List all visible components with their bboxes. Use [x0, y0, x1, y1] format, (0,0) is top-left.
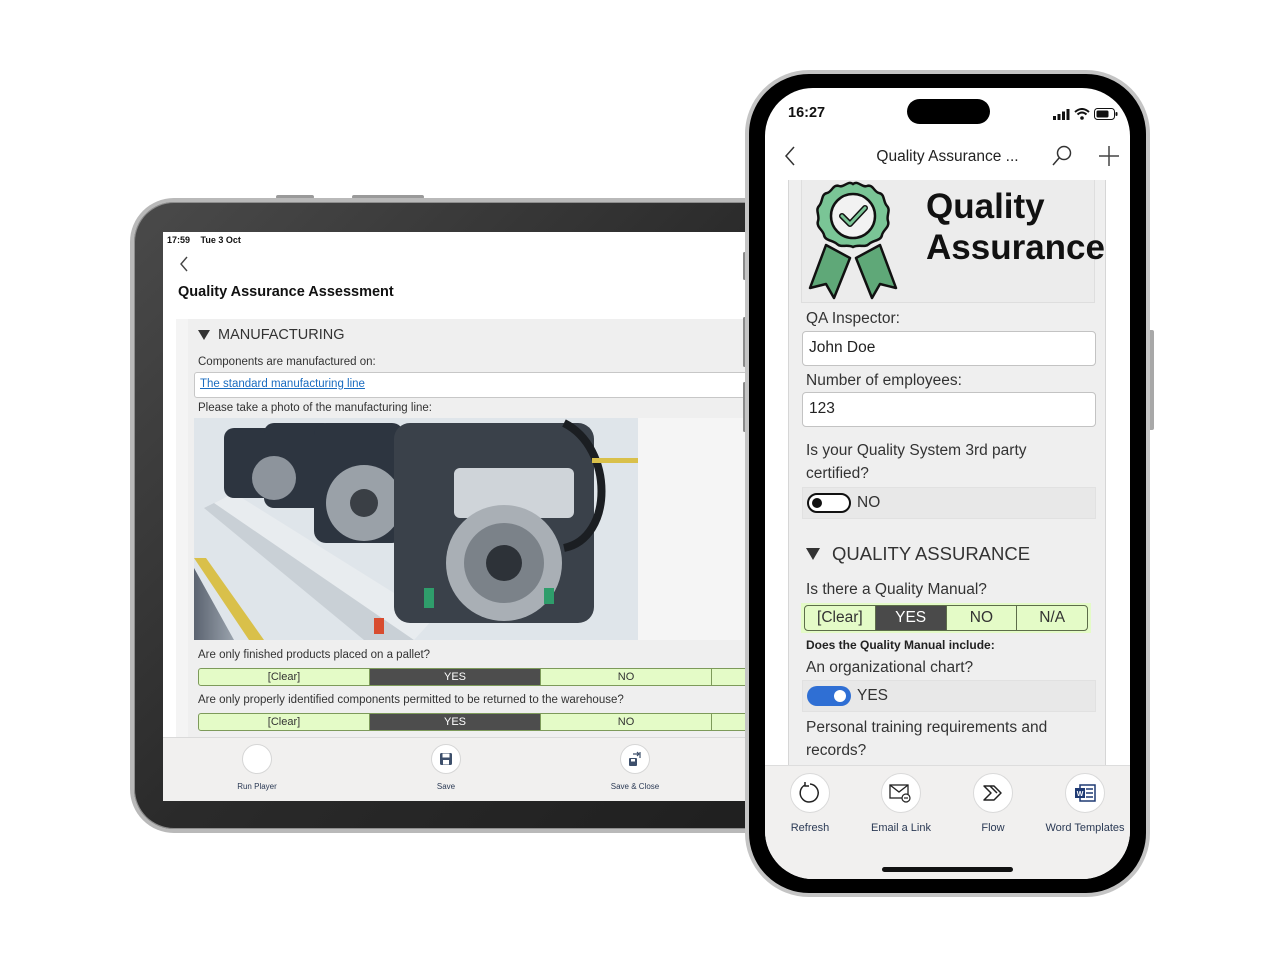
form-header-card: Quality Assurance [801, 180, 1105, 303]
returns-segmented-control[interactable]: [Clear] YES NO [198, 713, 748, 731]
section-quality-assurance[interactable]: QUALITY ASSURANCE [806, 543, 1030, 565]
form-body[interactable]: Quality Assurance QA Inspector: John Doe… [788, 180, 1106, 765]
segment-yes[interactable]: YES [875, 606, 947, 630]
phone-status-time: 16:27 [788, 105, 826, 121]
certified-toggle[interactable] [807, 493, 851, 513]
segment-clear[interactable]: [Clear] [199, 669, 370, 685]
section-manufacturing[interactable]: MANUFACTURING [198, 327, 344, 343]
word-templates-label: Word Templates [1045, 822, 1125, 834]
save-close-icon [629, 751, 641, 766]
employees-input[interactable]: 123 [802, 392, 1096, 427]
email-link-label: Email a Link [871, 822, 931, 834]
certified-label: Is your Quality System 3rd party certifi… [806, 442, 1027, 482]
save-close-button[interactable]: Save & Close [590, 744, 680, 791]
certified-value: NO [857, 494, 881, 511]
section-title: QUALITY ASSURANCE [832, 543, 1031, 564]
segment-no[interactable]: NO [541, 669, 712, 685]
org-chart-value: YES [857, 687, 889, 704]
components-link[interactable]: The standard manufacturing line [200, 378, 365, 390]
manual-include-label: Does the Quality Manual include: [806, 638, 995, 652]
collapse-triangle-icon [198, 330, 210, 340]
section-title: MANUFACTURING [218, 327, 345, 343]
refresh-icon [799, 782, 819, 803]
manual-label: Is there a Quality Manual? [806, 581, 987, 598]
pallet-segmented-control[interactable]: [Clear] YES NO [198, 668, 748, 686]
form-gutter [176, 319, 188, 737]
refresh-label: Refresh [790, 822, 830, 834]
question-pallet-label: Are only finished products placed on a p… [198, 649, 431, 661]
tablet-status-bar: 17:59 Tue 3 Oct [167, 235, 249, 245]
phone-screen: 16:27 Quality Assurance ... Quality Assu [765, 88, 1130, 879]
dynamic-island [907, 99, 990, 124]
inspector-label: QA Inspector: [806, 310, 900, 327]
tablet-status-time: 17:59 [167, 235, 191, 245]
quality-badge-icon [808, 181, 898, 300]
manufacturing-photo[interactable] [194, 418, 638, 640]
segment-no[interactable]: NO [541, 714, 712, 730]
inspector-input[interactable]: John Doe [802, 331, 1096, 366]
header-title-line1: Quality [926, 187, 1045, 226]
word-templates-icon: W [1075, 784, 1096, 802]
tablet-status-date: Tue 3 Oct [200, 235, 241, 245]
phone-action-bar: Refresh Email a Link Flow W Word Templat… [765, 765, 1130, 879]
certified-toggle-row: NO [802, 487, 1096, 519]
segment-no[interactable]: NO [947, 606, 1018, 630]
phone-side-button [1150, 330, 1154, 430]
form-header-title: Quality Assurance [926, 186, 1105, 268]
run-player-label: Run Player [237, 782, 277, 791]
floppy-disk-icon [440, 753, 452, 765]
photo-blank-area [638, 418, 748, 640]
question-returns-label: Are only properly identified components … [198, 694, 624, 706]
photo-label: Please take a photo of the manufacturing… [198, 402, 432, 414]
segment-yes[interactable]: YES [370, 714, 541, 730]
flow-button[interactable]: Flow [948, 773, 1038, 835]
phone-status-icons [1053, 108, 1118, 120]
email-link-button[interactable]: Email a Link [856, 773, 946, 835]
plus-icon [1099, 146, 1119, 166]
battery-icon [1094, 108, 1118, 120]
home-indicator[interactable] [882, 867, 1013, 872]
segment-na[interactable] [712, 714, 748, 730]
email-link-icon [889, 784, 911, 803]
signal-icon [1053, 108, 1070, 120]
training-label: Personal training requirements and recor… [806, 719, 1048, 759]
components-label: Components are manufactured on: [198, 356, 376, 368]
org-chart-toggle[interactable] [807, 686, 851, 706]
run-player-button[interactable]: Run Player [212, 744, 302, 791]
svg-text:W: W [1077, 791, 1084, 798]
tablet-action-bar: Run Player Save Save & Close [163, 737, 748, 801]
wifi-icon [1074, 108, 1090, 120]
back-button[interactable] [177, 254, 191, 274]
flow-icon [983, 785, 1002, 801]
add-button[interactable] [1098, 145, 1120, 172]
save-close-label: Save & Close [610, 782, 660, 791]
employees-label: Number of employees: [806, 372, 962, 389]
org-chart-label: An organizational chart? [806, 659, 974, 676]
chevron-left-icon [180, 256, 188, 272]
nav-title: Quality Assurance ... [876, 148, 1019, 165]
save-button[interactable]: Save [401, 744, 491, 791]
segment-clear[interactable]: [Clear] [805, 606, 876, 630]
org-chart-toggle-row: YES [802, 680, 1096, 712]
page-title: Quality Assurance Assessment [178, 284, 394, 300]
segment-clear[interactable]: [Clear] [199, 714, 370, 730]
segment-na[interactable]: N/A [1017, 606, 1087, 630]
manual-segmented-control[interactable]: [Clear] YES NO N/A [801, 603, 1091, 633]
header-title-line2: Assurance [926, 228, 1105, 267]
search-icon [1052, 145, 1072, 166]
save-label: Save [436, 782, 456, 791]
search-button[interactable] [1051, 145, 1073, 172]
segment-yes[interactable]: YES [370, 669, 541, 685]
refresh-button[interactable]: Refresh [765, 773, 855, 835]
components-field[interactable]: The standard manufacturing line [194, 372, 748, 398]
tablet-screen: 17:59 Tue 3 Oct Quality Assurance Assess… [163, 232, 748, 801]
collapse-triangle-icon [806, 548, 820, 560]
engine-line-image [194, 418, 638, 640]
flow-label: Flow [981, 822, 1005, 834]
word-templates-button[interactable]: W Word Templates [1040, 773, 1130, 835]
segment-na[interactable] [712, 669, 748, 685]
form-body: MANUFACTURING Components are manufacture… [188, 319, 748, 737]
